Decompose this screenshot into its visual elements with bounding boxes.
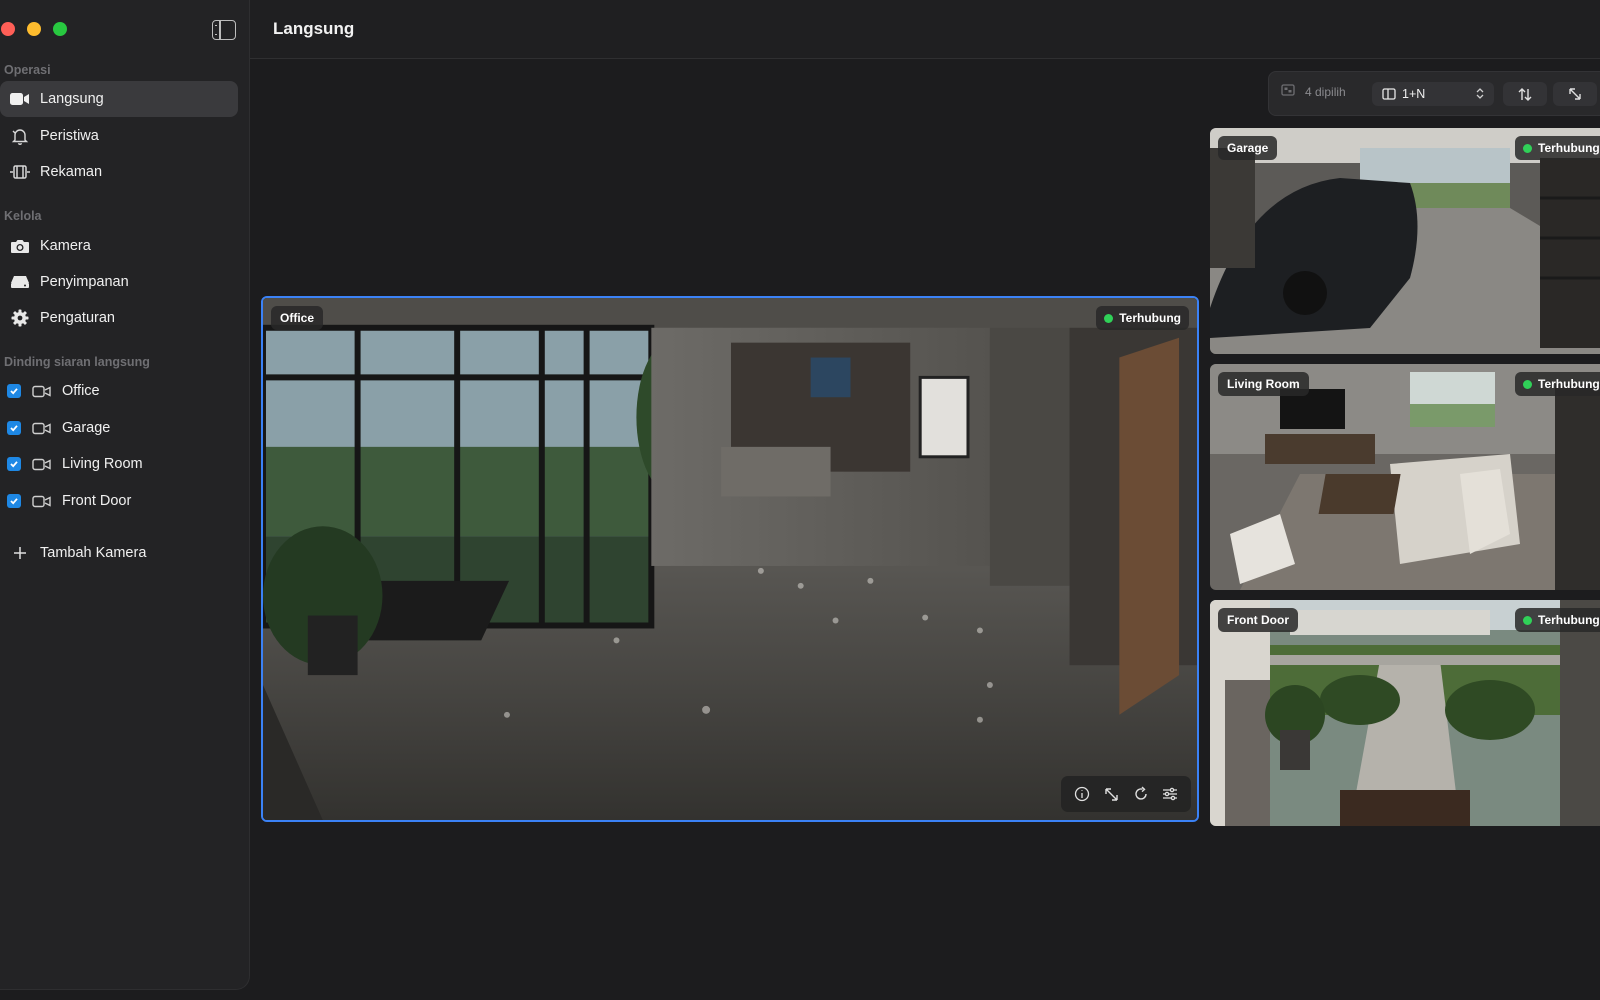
wall-item-office[interactable]: Office	[0, 373, 238, 409]
plus-icon	[9, 542, 31, 564]
settings-sliders-icon[interactable]	[1159, 783, 1181, 805]
living-room-video-feed	[1210, 364, 1600, 590]
window-controls	[0, 22, 67, 36]
camera-name-label: Living Room	[1218, 372, 1309, 396]
video-camera-outline-icon	[32, 384, 52, 398]
camera-controls	[1061, 776, 1191, 812]
camera-icon	[9, 235, 31, 257]
checkbox-garage[interactable]	[7, 421, 21, 435]
wall-item-label: Front Door	[62, 493, 132, 509]
add-camera-label: Tambah Kamera	[40, 545, 147, 561]
layout-select[interactable]: 1+N	[1372, 82, 1494, 106]
camera-tile-front-door[interactable]: Front Door Terhubung	[1210, 600, 1600, 826]
connection-status-text: Terhubung	[1538, 613, 1600, 627]
storage-icon	[9, 271, 31, 293]
checkbox-office[interactable]	[7, 384, 21, 398]
section-label-manage: Kelola	[4, 209, 42, 223]
swap-icon	[1517, 87, 1533, 102]
video-camera-outline-icon	[32, 494, 52, 508]
sidebar-item-label: Rekaman	[40, 164, 103, 180]
connection-status-badge: Terhubung	[1515, 608, 1600, 632]
layout-select-value: 1+N	[1402, 87, 1426, 101]
connection-status-badge: Terhubung	[1096, 306, 1189, 330]
expand-icon	[1568, 87, 1582, 101]
section-label-operations: Operasi	[4, 63, 51, 77]
minimize-window-button[interactable]	[27, 22, 41, 36]
sidebar-item-label: Peristiwa	[40, 128, 99, 144]
wall-item-living-room[interactable]: Living Room	[0, 446, 238, 482]
connection-status-text: Terhubung	[1119, 311, 1181, 325]
selection-icon	[1281, 84, 1295, 99]
selection-count-label: 4 dipilih	[1305, 84, 1346, 99]
sidebar-item-label: Pengaturan	[40, 310, 115, 326]
sidebar-item-peristiwa[interactable]: Peristiwa	[0, 118, 238, 154]
selection-count[interactable]: 4 dipilih	[1281, 84, 1346, 99]
camera-name-label: Garage	[1218, 136, 1278, 160]
sidebar-item-kamera[interactable]: Kamera	[0, 228, 238, 264]
connection-status-text: Terhubung	[1538, 141, 1600, 155]
sidebar-item-rekaman[interactable]: Rekaman	[0, 154, 238, 190]
swap-order-button[interactable]	[1503, 82, 1547, 106]
wall-item-front-door[interactable]: Front Door	[0, 483, 238, 519]
live-toolbar: 4 dipilih 1+N	[1268, 71, 1600, 116]
camera-tile-garage[interactable]: Garage Terhubung	[1210, 128, 1600, 354]
title-bar: Langsung	[250, 0, 1600, 59]
sidebar: Operasi Langsung Peristiwa Rekaman Kelol…	[0, 0, 250, 990]
add-camera-button[interactable]: Tambah Kamera	[0, 535, 238, 571]
fullscreen-icon[interactable]	[1100, 783, 1122, 805]
app-window: Operasi Langsung Peristiwa Rekaman Kelol…	[0, 0, 1600, 1000]
camera-name-label: Front Door	[1218, 608, 1298, 632]
connection-status-badge: Terhubung	[1515, 136, 1600, 160]
status-dot	[1523, 615, 1532, 625]
sidebar-item-label: Langsung	[40, 91, 104, 107]
camera-tile-office[interactable]: Office Terhubung	[261, 296, 1199, 822]
page-title: Langsung	[273, 19, 355, 38]
film-icon	[9, 161, 31, 183]
wall-item-garage[interactable]: Garage	[0, 410, 238, 446]
section-label-live-wall: Dinding siaran langsung	[4, 355, 150, 369]
status-dot	[1523, 143, 1532, 153]
sidebar-item-label: Penyimpanan	[40, 274, 129, 290]
gear-icon	[9, 307, 31, 329]
status-dot	[1104, 313, 1114, 323]
checkbox-front-door[interactable]	[7, 494, 21, 508]
layout-icon	[1382, 88, 1396, 100]
connection-status-text: Terhubung	[1538, 377, 1600, 391]
bell-icon	[9, 125, 31, 147]
video-camera-outline-icon	[32, 421, 52, 435]
info-icon[interactable]	[1071, 783, 1093, 805]
sidebar-item-langsung[interactable]: Langsung	[0, 81, 238, 117]
checkbox-living-room[interactable]	[7, 457, 21, 471]
wall-item-label: Office	[62, 383, 100, 399]
sidebar-item-label: Kamera	[40, 238, 91, 254]
zoom-window-button[interactable]	[53, 22, 67, 36]
connection-status-badge: Terhubung	[1515, 372, 1600, 396]
sidebar-item-penyimpanan[interactable]: Penyimpanan	[0, 264, 238, 300]
wall-item-label: Garage	[62, 420, 111, 436]
camera-name-label: Office	[271, 306, 324, 330]
close-window-button[interactable]	[1, 22, 15, 36]
video-camera-outline-icon	[32, 457, 52, 471]
sidebar-toggle-icon[interactable]	[212, 20, 236, 40]
sidebar-item-pengaturan[interactable]: Pengaturan	[0, 300, 238, 336]
video-camera-icon	[9, 88, 31, 110]
office-video-feed	[263, 298, 1197, 820]
chevron-updown-icon	[1476, 87, 1484, 103]
wall-item-label: Living Room	[62, 456, 143, 472]
camera-tile-living-room[interactable]: Living Room Terhubung	[1210, 364, 1600, 590]
front-door-video-feed	[1210, 600, 1600, 826]
status-dot	[1523, 379, 1532, 389]
expand-button[interactable]	[1553, 82, 1597, 106]
garage-video-feed	[1210, 128, 1600, 354]
refresh-icon[interactable]	[1130, 783, 1152, 805]
